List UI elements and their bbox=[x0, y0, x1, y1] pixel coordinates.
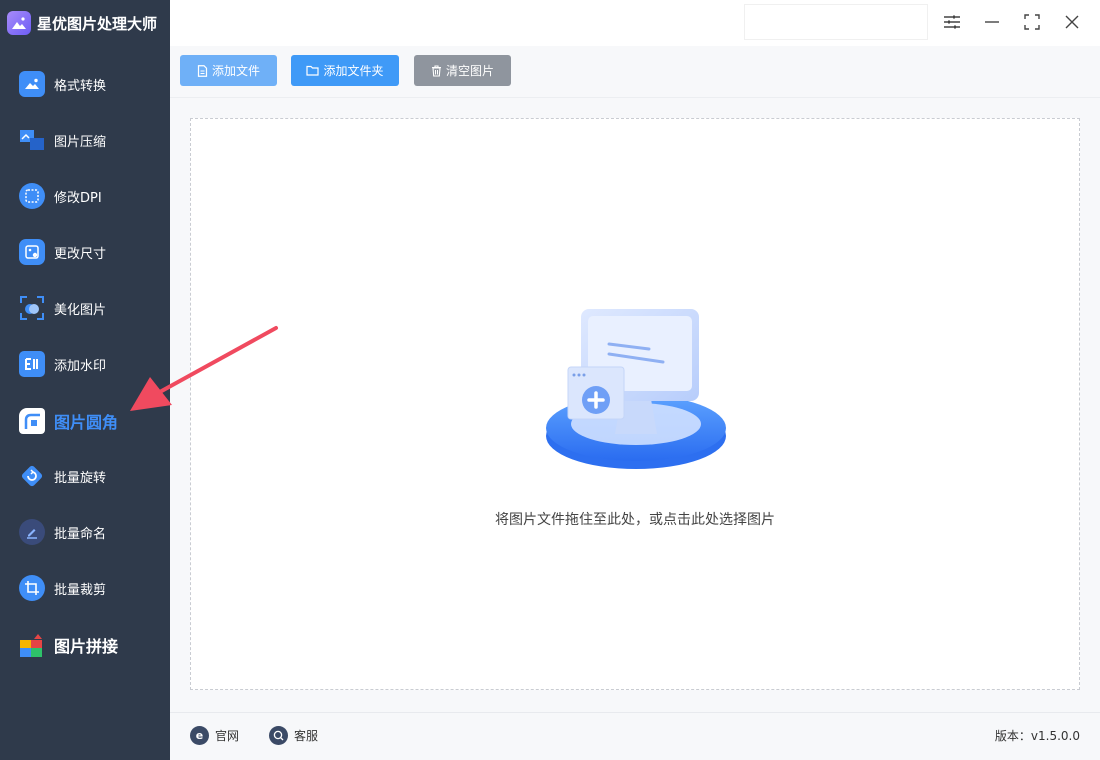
ie-browser-icon: e bbox=[190, 725, 209, 745]
sidebar-item-label: 批量旋转 bbox=[54, 470, 107, 486]
beautify-icon bbox=[19, 295, 45, 321]
rotate-icon bbox=[19, 463, 45, 489]
chat-support-icon bbox=[269, 725, 288, 745]
clear-images-button[interactable]: 清空图片 bbox=[414, 55, 511, 86]
resize-icon bbox=[19, 239, 45, 265]
support-label: 客服 bbox=[294, 728, 319, 743]
sidebar-item-image-compress[interactable]: 图片压缩 bbox=[0, 118, 170, 162]
sidebar-item-label: 图片拼接 bbox=[54, 637, 119, 656]
dpi-icon bbox=[19, 183, 45, 209]
minimize-icon[interactable] bbox=[980, 10, 1004, 34]
sidebar-item-label: 批量命名 bbox=[54, 526, 107, 542]
app-logo-icon bbox=[7, 11, 31, 35]
sidebar-item-label: 图片圆角 bbox=[54, 413, 119, 432]
sidebar-item-label: 修改DPI bbox=[54, 190, 102, 206]
sidebar-item-label: 图片压缩 bbox=[54, 134, 107, 150]
folder-icon bbox=[306, 65, 320, 76]
sidebar-item-label: 添加水印 bbox=[54, 358, 107, 374]
support-link[interactable]: 客服 bbox=[269, 724, 318, 746]
annotation-arrow-icon bbox=[120, 325, 280, 424]
sidebar-item-rename[interactable]: 批量命名 bbox=[0, 510, 170, 554]
sidebar-item-resize[interactable]: 更改尺寸 bbox=[0, 230, 170, 274]
crop-icon bbox=[19, 575, 45, 601]
sidebar-item-format-convert[interactable]: 格式转换 bbox=[0, 62, 170, 106]
watermark-icon bbox=[19, 351, 45, 377]
title-bar-blank-area bbox=[744, 4, 928, 40]
brand: 星优图片处理大师 bbox=[0, 0, 170, 46]
round-corner-icon bbox=[19, 408, 45, 434]
website-label: 官网 bbox=[215, 728, 240, 743]
puzzle-icon bbox=[19, 632, 45, 658]
computer-upload-illustration-icon bbox=[541, 304, 731, 483]
format-convert-icon bbox=[19, 71, 45, 97]
sidebar-item-puzzle[interactable]: 图片拼接 bbox=[0, 623, 170, 667]
add-folder-label: 添加文件夹 bbox=[323, 64, 384, 78]
trash-icon bbox=[431, 64, 441, 77]
close-icon[interactable] bbox=[1060, 10, 1084, 34]
sidebar-item-label: 格式转换 bbox=[54, 78, 107, 94]
image-dropzone[interactable]: 将图片文件拖住至此处，或点击此处选择图片 bbox=[190, 118, 1080, 690]
add-folder-button[interactable]: 添加文件夹 bbox=[291, 55, 399, 86]
rename-icon bbox=[19, 519, 45, 545]
website-link[interactable]: e 官网 bbox=[190, 724, 239, 746]
clear-images-label: 清空图片 bbox=[445, 64, 494, 78]
version-text: 版本：v1.5.0.0 bbox=[994, 729, 1080, 743]
maximize-icon[interactable] bbox=[1020, 10, 1044, 34]
settings-sliders-icon[interactable] bbox=[940, 10, 964, 34]
dropzone-hint: 将图片文件拖住至此处，或点击此处选择图片 bbox=[495, 512, 775, 528]
add-file-button[interactable]: 添加文件 bbox=[180, 55, 277, 86]
sidebar-item-beautify[interactable]: 美化图片 bbox=[0, 286, 170, 330]
sidebar-item-label: 更改尺寸 bbox=[54, 246, 107, 262]
sidebar-item-label: 美化图片 bbox=[54, 302, 107, 318]
file-icon bbox=[197, 64, 208, 77]
add-file-label: 添加文件 bbox=[211, 64, 260, 78]
sidebar-item-rotate[interactable]: 批量旋转 bbox=[0, 454, 170, 498]
sidebar-item-label: 批量裁剪 bbox=[54, 582, 107, 598]
image-compress-icon bbox=[19, 127, 45, 153]
app-title: 星优图片处理大师 bbox=[37, 14, 158, 33]
sidebar-item-crop[interactable]: 批量裁剪 bbox=[0, 566, 170, 610]
sidebar-item-dpi[interactable]: 修改DPI bbox=[0, 174, 170, 218]
